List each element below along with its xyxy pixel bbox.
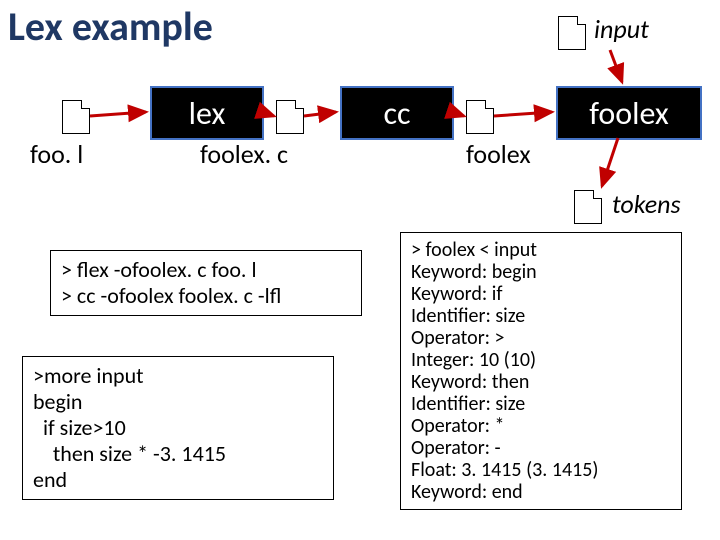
file-icon — [276, 100, 304, 134]
file-icon — [466, 100, 494, 134]
stage-foolex-label: foolex — [589, 94, 668, 133]
label-foo-l: foo. l — [30, 138, 83, 170]
label-tokens: tokens — [612, 188, 681, 220]
input-file-box: >more input begin if size>10 then size *… — [22, 356, 334, 500]
slide-title: Lex example — [8, 2, 213, 51]
file-icon — [558, 16, 586, 50]
stage-lex-label: lex — [189, 94, 226, 133]
output-box: > foolex < input Keyword: begin Keyword:… — [400, 232, 682, 510]
slide: Lex example lex cc foolex input tokens f… — [0, 0, 720, 540]
shell-commands-box: > flex -ofoolex. c foo. l > cc -ofoolex … — [50, 250, 362, 316]
label-input: input — [594, 13, 649, 45]
stage-lex: lex — [150, 86, 264, 140]
file-icon — [62, 100, 90, 134]
stage-cc: cc — [340, 86, 454, 140]
file-icon — [574, 190, 602, 224]
label-foolex-bin: foolex — [466, 138, 531, 170]
label-foolex-c: foolex. c — [200, 138, 288, 170]
stage-cc-label: cc — [383, 94, 410, 133]
stage-foolex: foolex — [556, 86, 702, 140]
